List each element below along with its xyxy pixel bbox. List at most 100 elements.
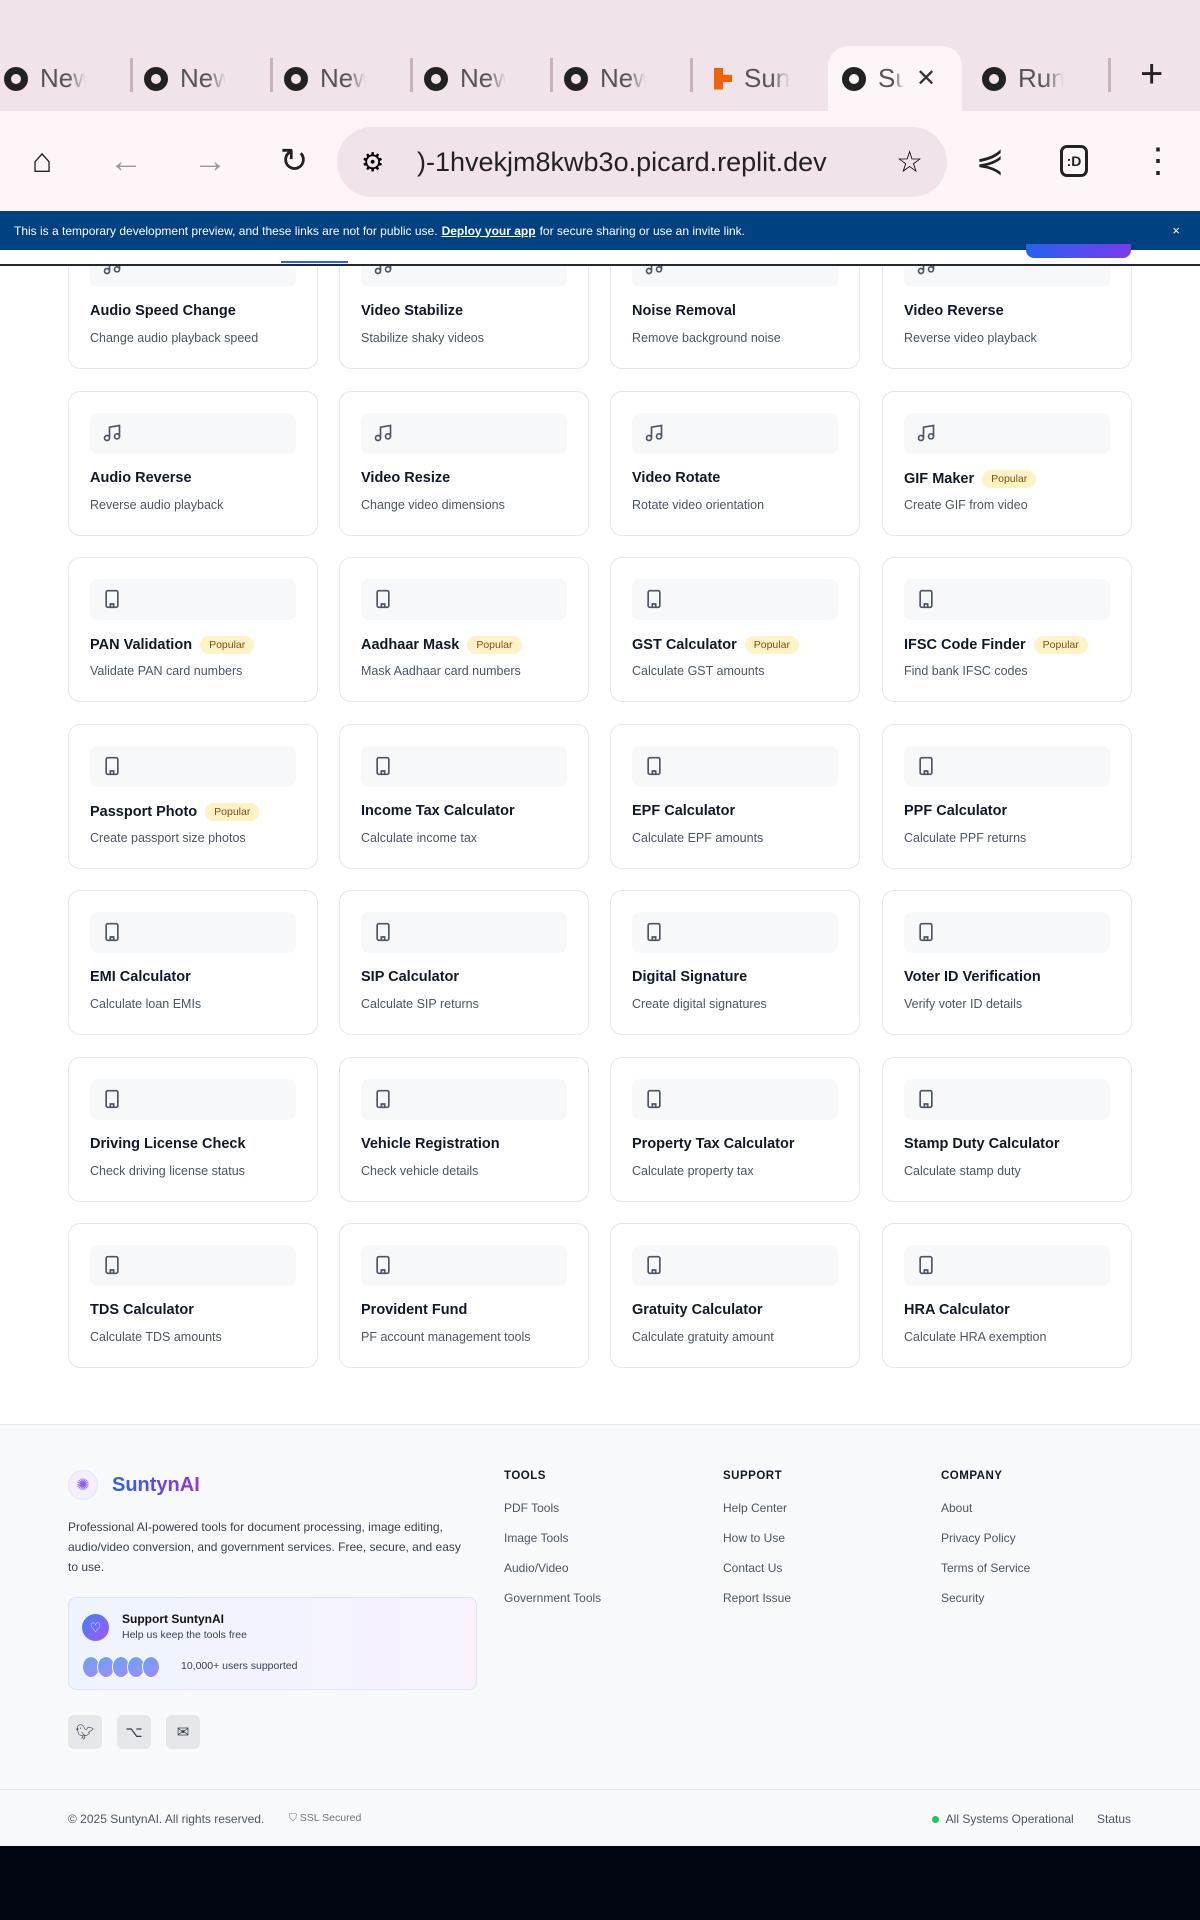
mail-icon[interactable]: ✉︎: [166, 1715, 200, 1749]
tool-title: Video Reverse: [904, 303, 1004, 319]
tool-title: IFSC Code Finder: [904, 637, 1026, 653]
tool-card[interactable]: Gratuity Calculator Calculate gratuity am…: [610, 1223, 860, 1368]
tab[interactable]: New tab: [270, 46, 366, 111]
footer-link[interactable]: Audio/Video: [504, 1561, 601, 1575]
tool-card[interactable]: IFSC Code Finder Popular Find bank IFSC co…: [882, 557, 1132, 702]
support-card[interactable]: ♡ Support SuntynAI Help us keep the tool…: [68, 1597, 477, 1690]
tool-description: Calculate income tax: [361, 830, 478, 845]
tool-card[interactable]: Provident Fund PF account management tool…: [339, 1223, 589, 1368]
tool-card[interactable]: GIF Maker Popular Create GIF from video: [882, 390, 1132, 536]
tool-card[interactable]: Audio Reverse Reverse audio playback: [68, 390, 318, 536]
footer-link[interactable]: Terms of Service: [941, 1561, 1030, 1575]
tool-title-row: GST Calculator Popular: [632, 636, 799, 654]
preview-banner: This is a temporary development preview,…: [0, 211, 1200, 250]
tool-card[interactable]: Property Tax Calculator Calculate propert…: [610, 1056, 860, 1202]
tab[interactable]: New tab: [550, 46, 646, 111]
tool-card[interactable]: SIP Calculator Calculate SIP returns: [339, 890, 589, 1035]
status-link[interactable]: Status: [1097, 1812, 1131, 1826]
tab[interactable]: New tab: [410, 46, 506, 111]
tool-description: Calculate SIP returns: [361, 997, 479, 1011]
footer-link[interactable]: PDF Tools: [504, 1501, 601, 1515]
star-icon[interactable]: ☆: [896, 145, 923, 180]
back-icon[interactable]: ←: [104, 139, 148, 183]
deploy-link[interactable]: Deploy your app: [442, 224, 536, 238]
footer-link[interactable]: Contact Us: [723, 1561, 791, 1575]
tab[interactable]: New tab: [0, 46, 86, 111]
github-icon[interactable]: ⌥: [117, 1715, 151, 1749]
icon-box: [632, 1078, 838, 1120]
banner-text-after: for secure sharing or use an invite link…: [539, 223, 746, 238]
reload-icon[interactable]: ↻: [272, 139, 316, 183]
tool-title: EPF Calculator: [632, 802, 736, 819]
tool-description: Create passport size photos: [90, 830, 246, 845]
footer-link[interactable]: Security: [941, 1591, 1030, 1605]
footer-link[interactable]: Image Tools: [504, 1531, 601, 1545]
tool-card[interactable]: EPF Calculator Calculate EPF amounts: [610, 723, 860, 869]
tool-card[interactable]: PPF Calculator Calculate PPF returns: [882, 723, 1132, 869]
icon-box: [904, 745, 1110, 787]
tool-card[interactable]: Digital Signature Create digital signatur…: [610, 890, 860, 1035]
tool-card[interactable]: Driving License Check Check driving licen…: [68, 1056, 318, 1202]
footer-link[interactable]: How to Use: [723, 1531, 791, 1545]
tool-card[interactable]: TDS Calculator Calculate TDS amounts: [68, 1223, 318, 1368]
home-icon[interactable]: ⌂: [20, 139, 64, 183]
footer-link[interactable]: Help Center: [723, 1501, 791, 1515]
tool-description: Check driving license status: [90, 1163, 245, 1178]
status-dot: [932, 1816, 939, 1823]
tab[interactable]: Su ✕: [828, 46, 962, 111]
address-bar[interactable]: ⚙ )-1hvekjm8kwb3o.picard.replit.dev ☆: [337, 127, 947, 197]
tool-title: Gratuity Calculator: [632, 1302, 763, 1318]
tool-title-row: Provident Fund: [361, 1302, 467, 1318]
footer-link[interactable]: Privacy Policy: [941, 1531, 1030, 1545]
tab[interactable]: New tab: [130, 46, 226, 111]
tool-title-row: Audio Reverse: [90, 470, 192, 486]
tool-card[interactable]: EMI Calculator Calculate loan EMIs: [68, 890, 318, 1035]
icon-box: [632, 745, 838, 787]
tool-card[interactable]: GST Calculator Popular Calculate GST amoun…: [610, 557, 860, 702]
footer-link[interactable]: About: [941, 1501, 1030, 1515]
tool-card[interactable]: Income Tax Calculator Calculate income ta…: [339, 723, 589, 869]
tool-card[interactable]: HRA Calculator Calculate HRA exemption: [882, 1223, 1132, 1368]
page: Audio Speed Change Change audio playback …: [0, 0, 1200, 1846]
site-settings-icon[interactable]: ⚙: [361, 147, 384, 178]
tool-title: Video Resize: [361, 469, 451, 486]
tab-label: New tab: [460, 63, 506, 93]
close-tab-icon[interactable]: ✕: [916, 64, 936, 93]
icon-box: [632, 412, 838, 454]
heart-icon: ♡: [82, 1614, 109, 1641]
extension-icon[interactable]: :D: [1059, 145, 1089, 177]
tool-card[interactable]: Video Resize Change video dimensions: [339, 390, 589, 536]
icon-box: [361, 912, 567, 953]
tool-card[interactable]: Stamp Duty Calculator Calculate stamp dut…: [882, 1056, 1132, 1202]
tool-card[interactable]: Voter ID Verification Verify voter ID det…: [882, 890, 1132, 1035]
ssl-text: SSL Secured: [299, 1812, 362, 1824]
tool-title-row: Passport Photo Popular: [90, 802, 260, 821]
tab[interactable]: Sunty: [700, 46, 790, 111]
tool-card[interactable]: Video Rotate Rotate video orientation: [610, 390, 860, 536]
new-tab-button[interactable]: +: [1140, 52, 1163, 97]
menu-icon[interactable]: ⋮: [1136, 139, 1180, 183]
tool-title: Noise Removal: [632, 303, 736, 319]
ssl-badge: ⛉ SSL Secured: [289, 1812, 361, 1825]
tab[interactable]: Run t: [968, 46, 1064, 111]
tool-title: TDS Calculator: [90, 1302, 194, 1318]
system-status: All Systems Operational: [932, 1812, 1074, 1826]
tool-card[interactable]: Vehicle Registration Check vehicle detail…: [339, 1056, 589, 1202]
tool-card[interactable]: Passport Photo Popular Create passport siz…: [68, 723, 318, 869]
icon-box: [90, 1078, 296, 1120]
close-icon[interactable]: ×: [1172, 223, 1180, 238]
tab-strip: + New tab New tab New tab New tab New tab Sun…: [0, 0, 1200, 111]
twitter-icon[interactable]: 🐦︎: [68, 1715, 102, 1749]
url-text[interactable]: )-1hvekjm8kwb3o.picard.replit.dev: [417, 147, 827, 178]
tab-label: Sunty: [744, 63, 790, 93]
tool-title-row: HRA Calculator: [904, 1302, 1010, 1318]
footer-link[interactable]: Report Issue: [723, 1591, 791, 1605]
tool-card[interactable]: Aadhaar Mask Popular Mask Aadhaar card num…: [339, 557, 589, 702]
header-cta-button[interactable]: [1026, 244, 1131, 258]
footer-link[interactable]: Government Tools: [504, 1591, 601, 1605]
forward-icon[interactable]: →: [188, 139, 232, 183]
share-icon[interactable]: ⋞: [968, 139, 1012, 183]
tool-card[interactable]: PAN Validation Popular Validate PAN card n…: [68, 557, 318, 702]
status-text: All Systems Operational: [945, 1812, 1074, 1826]
footer-brand[interactable]: ✺ SuntynAI: [68, 1470, 200, 1500]
